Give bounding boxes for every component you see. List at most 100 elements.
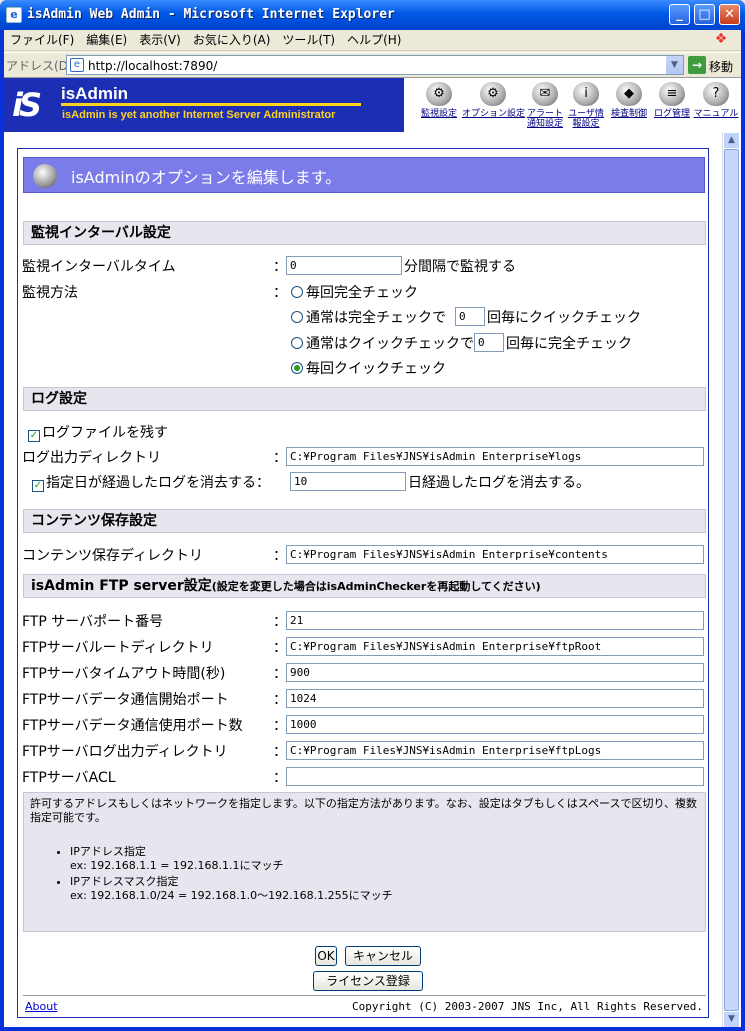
page-viewport: iS isAdmin isAdmin is yet another Intern… xyxy=(4,77,741,1027)
toolbar-label: 検査制御 xyxy=(610,109,647,119)
note-item-mask: IPアドレスマスク指定ex: 192.168.1.0/24 = 192.168.… xyxy=(70,875,699,903)
manual-icon: ? xyxy=(703,82,729,106)
method-option-full[interactable]: 毎回完全チェック xyxy=(291,282,418,302)
ftp-data-count-input[interactable]: 1000 xyxy=(286,715,704,734)
quick-then-full-count-input[interactable]: 0 xyxy=(474,333,504,352)
ftp-root-input[interactable]: C:¥Program Files¥JNS¥isAdmin Enterprise¥… xyxy=(286,637,704,656)
toolbar-option-settings[interactable]: ⚙ オプション設定 xyxy=(462,82,526,119)
note-item-title: IPアドレス指定 xyxy=(70,845,146,858)
ftp-log-dir-input[interactable]: C:¥Program Files¥JNS¥isAdmin Enterprise¥… xyxy=(286,741,704,760)
radio-quick-then-full[interactable] xyxy=(291,337,303,349)
toolbar-label: ユーザ情報設定 xyxy=(568,109,604,129)
toolbar-user-settings[interactable]: i ユーザ情報設定 xyxy=(566,82,606,129)
toolbar-label: マニュアル xyxy=(693,109,739,119)
about-link[interactable]: About xyxy=(25,1000,58,1013)
go-button[interactable]: 移動 xyxy=(709,58,733,75)
ftp-timeout-input[interactable]: 900 xyxy=(286,663,704,682)
scroll-thumb[interactable] xyxy=(724,149,739,1011)
page-icon: e xyxy=(70,58,84,72)
colon: ： xyxy=(273,548,287,564)
expire-suffix: 日経過したログを消去する。 xyxy=(408,475,590,491)
option-label: 通常は完全チェックで xyxy=(306,310,446,326)
browser-frame: ファイル(F) 編集(E) 表示(V) お気に入り(A) ツール(T) ヘルプ(H) ❖ … xyxy=(4,30,741,1027)
interval-input[interactable]: 0 xyxy=(286,256,402,275)
check-icon[interactable]: ✓ xyxy=(32,480,44,492)
method-option-quick[interactable]: 毎回クイックチェック xyxy=(291,358,446,378)
address-dropdown-icon[interactable]: ▼ xyxy=(666,56,683,74)
toolbar-monitor-settings[interactable]: ⚙ 監視設定 xyxy=(417,82,461,119)
option-label: 毎回クイックチェック xyxy=(306,361,446,377)
radio-full[interactable] xyxy=(291,286,303,298)
ftp-log-dir-label: FTPサーバログ出力ディレクトリ xyxy=(22,744,228,760)
menu-tools[interactable]: ツール(T) xyxy=(276,30,341,51)
page-title: isAdminのオプションを編集します。 xyxy=(71,168,342,187)
scroll-down-icon[interactable]: ▼ xyxy=(723,1011,740,1027)
method-option-full-then-quick[interactable]: 通常は完全チェックで xyxy=(291,307,446,327)
ftp-acl-input[interactable] xyxy=(286,767,704,786)
option-suffix: 回毎にクイックチェック xyxy=(487,310,641,326)
radio-full-then-quick[interactable] xyxy=(291,311,303,323)
scroll-up-icon[interactable]: ▲ xyxy=(723,132,740,149)
menu-favorites[interactable]: お気に入り(A) xyxy=(187,30,277,51)
logo-underline xyxy=(61,103,361,106)
section-log: ログ設定 xyxy=(23,387,706,411)
section-ftp-note: (設定を変更した場合はisAdminCheckerを再起動してください) xyxy=(211,580,541,593)
inspection-control-icon: ◆ xyxy=(616,82,642,106)
keep-log-checkbox[interactable]: ✓ ログファイルを残す xyxy=(28,422,168,442)
check-icon[interactable]: ✓ xyxy=(28,430,40,442)
colon: ： xyxy=(273,692,287,708)
note-item-title: IPアドレスマスク指定 xyxy=(70,875,179,888)
interval-suffix: 分間隔で監視する xyxy=(404,259,516,275)
maximize-button[interactable]: □ xyxy=(694,4,715,25)
minimize-button[interactable]: _ xyxy=(669,4,690,25)
toolbar-label: 監視設定 xyxy=(420,109,457,119)
colon: ： xyxy=(273,744,287,760)
app-subtitle: isAdmin is yet another Internet Server A… xyxy=(62,109,336,121)
menu-help[interactable]: ヘルプ(H) xyxy=(341,30,407,51)
expire-days-input[interactable]: 10 xyxy=(290,472,406,491)
ftp-port-input[interactable]: 21 xyxy=(286,611,704,630)
ftp-data-count-label: FTPサーバデータ通信使用ポート数 xyxy=(22,718,243,734)
toolbar-manual[interactable]: ? マニュアル xyxy=(693,82,739,119)
address-url: http://localhost:7890/ xyxy=(88,59,218,73)
go-arrow-icon[interactable]: → xyxy=(688,56,706,74)
toolbar-alert-settings[interactable]: ✉ アラート通知設定 xyxy=(525,82,565,129)
log-dir-input[interactable]: C:¥Program Files¥JNS¥isAdmin Enterprise¥… xyxy=(286,447,704,466)
colon: ： xyxy=(273,666,287,682)
title-bar: e isAdmin Web Admin - Microsoft Internet… xyxy=(0,0,745,30)
address-input[interactable]: e http://localhost:7890/ ▼ xyxy=(66,55,684,75)
toolbar-inspection-control[interactable]: ◆ 検査制御 xyxy=(607,82,651,119)
ftp-data-port-label: FTPサーバデータ通信開始ポート xyxy=(22,692,229,708)
option-settings-icon: ⚙ xyxy=(480,82,506,106)
isadmin-logo-icon: iS xyxy=(12,86,42,124)
ok-button[interactable]: OK xyxy=(315,946,337,966)
menu-bar: ファイル(F) 編集(E) 表示(V) お気に入り(A) ツール(T) ヘルプ(H) ❖ xyxy=(4,30,741,51)
menu-edit[interactable]: 編集(E) xyxy=(80,30,133,51)
log-management-icon: ≡ xyxy=(659,82,685,106)
toolbar-label: アラート通知設定 xyxy=(526,109,563,129)
license-button[interactable]: ライセンス登録 xyxy=(313,971,423,991)
section-ftp: isAdmin FTP server設定(設定を変更した場合はisAdminCh… xyxy=(23,574,706,598)
menu-file[interactable]: ファイル(F) xyxy=(4,30,80,51)
alert-settings-icon: ✉ xyxy=(532,82,558,106)
contents-dir-input[interactable]: C:¥Program Files¥JNS¥isAdmin Enterprise¥… xyxy=(286,545,704,564)
method-label: 監視方法 xyxy=(22,285,78,301)
vertical-scrollbar[interactable]: ▲ ▼ xyxy=(722,132,740,1027)
cancel-button[interactable]: キャンセル xyxy=(345,946,421,966)
menu-view[interactable]: 表示(V) xyxy=(133,30,187,51)
method-option-quick-then-full[interactable]: 通常はクイックチェックで xyxy=(291,333,474,353)
colon: ： xyxy=(273,285,287,301)
toolbar-log-management[interactable]: ≡ ログ管理 xyxy=(652,82,692,119)
toolbar-label: オプション設定 xyxy=(462,109,526,119)
full-then-quick-count-input[interactable]: 0 xyxy=(455,307,485,326)
checkbox-label: ログファイルを残す xyxy=(42,425,168,441)
close-button[interactable]: ✕ xyxy=(719,4,740,25)
address-bar: アドレス(D) e http://localhost:7890/ ▼ → 移動 xyxy=(4,52,741,76)
app-banner: iS isAdmin isAdmin is yet another Intern… xyxy=(4,78,738,132)
acl-help-note: 許可するアドレスもしくはネットワークを指定します。以下の指定方法があります。なお… xyxy=(23,792,706,932)
radio-quick-selected[interactable] xyxy=(291,362,303,374)
ftp-data-port-input[interactable]: 1024 xyxy=(286,689,704,708)
windows-logo-icon: ❖ xyxy=(714,31,728,47)
colon: ： xyxy=(273,614,287,630)
expire-log-checkbox[interactable]: ✓ 指定日が経過したログを消去する： xyxy=(32,472,270,492)
